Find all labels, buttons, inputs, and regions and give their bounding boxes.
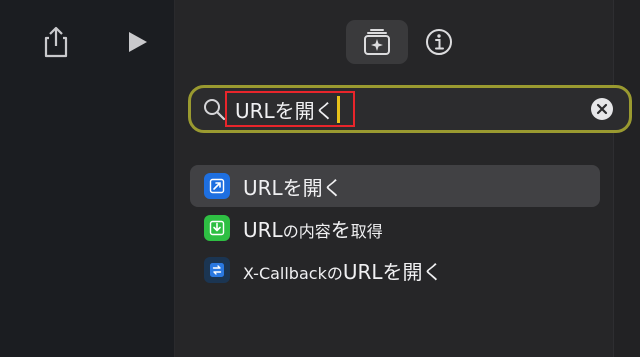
result-label-part: X-Callback bbox=[243, 263, 327, 283]
clear-search-button[interactable] bbox=[591, 98, 613, 120]
result-label-part: URLを開く bbox=[342, 259, 443, 284]
search-results-list: URLを開く URLの内容を取得 X-CallbackのURLを開く bbox=[190, 165, 600, 291]
result-label: URLの内容を取得 bbox=[243, 214, 383, 243]
tab-gallery[interactable] bbox=[346, 20, 408, 64]
text-caret bbox=[337, 96, 340, 123]
result-label-part: の内容 bbox=[282, 221, 331, 241]
result-label: URLを開く bbox=[243, 175, 343, 200]
get-contents-icon bbox=[204, 215, 230, 241]
clear-icon bbox=[596, 103, 608, 115]
result-open-url[interactable]: URLを開く bbox=[190, 165, 600, 207]
search-input[interactable] bbox=[235, 93, 535, 125]
search-icon bbox=[204, 99, 226, 121]
result-get-url-contents[interactable]: URLの内容を取得 bbox=[190, 207, 600, 249]
share-icon[interactable] bbox=[41, 26, 71, 58]
x-callback-icon bbox=[204, 257, 230, 283]
info-icon bbox=[426, 29, 452, 55]
open-url-icon bbox=[204, 173, 230, 199]
result-label-part: を bbox=[330, 217, 351, 242]
panel-divider bbox=[613, 0, 640, 357]
result-label-part: の bbox=[326, 263, 343, 283]
editor-sidebar bbox=[0, 0, 175, 357]
sparkle-gallery-icon bbox=[364, 29, 390, 55]
result-label: X-CallbackのURLを開く bbox=[243, 256, 443, 285]
search-field[interactable] bbox=[188, 85, 632, 133]
tab-info[interactable] bbox=[421, 24, 457, 60]
result-label-part: URL bbox=[243, 217, 283, 242]
result-label-part: 取得 bbox=[350, 221, 383, 241]
result-x-callback-url[interactable]: X-CallbackのURLを開く bbox=[190, 249, 600, 291]
play-icon[interactable] bbox=[124, 29, 150, 55]
